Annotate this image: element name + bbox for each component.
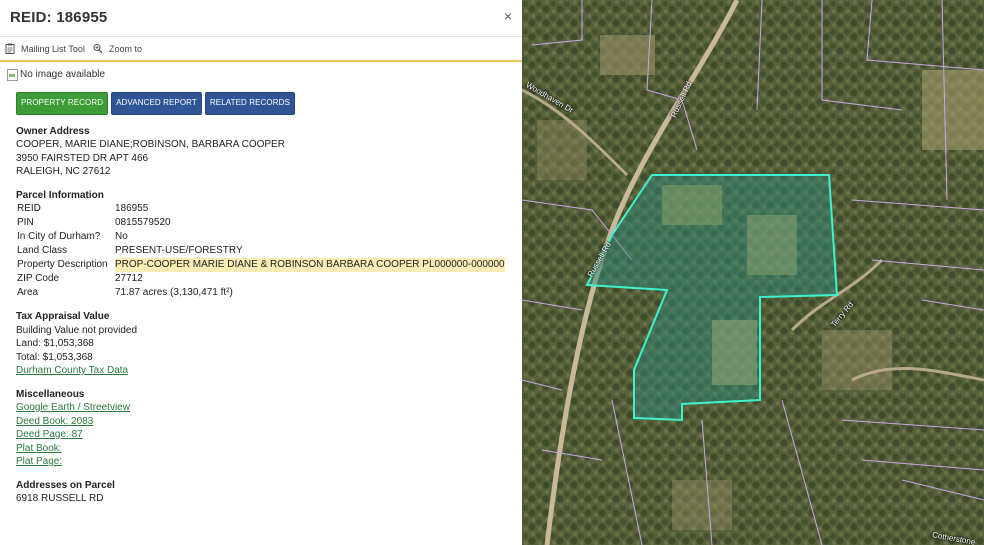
mailing-list-tool-button[interactable]: Mailing List Tool — [5, 43, 85, 54]
row-value: PRESENT-USE/FORESTRY — [115, 245, 243, 257]
table-row: In City of Durham? No — [16, 230, 505, 244]
deed-page-link[interactable]: Deed Page: 87 — [16, 429, 83, 440]
record-buttons: PROPERTY RECORD ADVANCED REPORT RELATED … — [16, 91, 506, 115]
parcel-information-heading: Parcel Information — [16, 189, 104, 201]
row-key: ZIP Code — [17, 273, 60, 285]
owner-address-section: Owner Address COOPER, MARIE DIANE;ROBINS… — [16, 125, 506, 179]
owner-city: RALEIGH, NC 27612 — [16, 166, 111, 177]
deed-book-link[interactable]: Deed Book: 2083 — [16, 416, 93, 427]
broken-image-icon — [7, 68, 18, 81]
parcel-table: REID 186955 PIN 0815579520 In City of Durh… — [16, 202, 505, 300]
land-value: Land: $1,053,368 — [16, 338, 94, 349]
map-view[interactable]: Woodhaven Dr Russell Rd Russell Rd Terry… — [522, 0, 984, 545]
total-value: Total: $1,053,368 — [16, 351, 93, 363]
google-earth-link[interactable]: Google Earth / Streetview — [16, 402, 130, 413]
row-value: 27712 — [115, 273, 143, 285]
tax-appraisal-section: Tax Appraisal Value Building Value not p… — [16, 310, 506, 378]
related-records-button[interactable]: RELATED RECORDS — [204, 91, 295, 115]
row-key: PIN — [17, 217, 34, 229]
table-row: Land Class PRESENT-USE/FORESTRY — [16, 244, 505, 258]
plat-book-link[interactable]: Plat Book: — [16, 443, 62, 454]
parcel-address: 6918 RUSSELL RD — [16, 493, 104, 504]
durham-county-tax-data-link[interactable]: Durham County Tax Data — [16, 365, 128, 376]
row-key: Land Class — [17, 245, 68, 257]
zoom-icon — [93, 44, 103, 54]
property-record-button[interactable]: PROPERTY RECORD — [16, 91, 109, 115]
no-image-text: No image available — [20, 69, 106, 80]
row-key: In City of Durham? — [17, 231, 101, 243]
panel-header: REID: 186955 × — [0, 0, 522, 37]
row-value: 186955 — [115, 203, 149, 215]
close-button[interactable]: × — [504, 8, 512, 24]
table-row: REID 186955 — [16, 202, 505, 216]
zoom-to-button[interactable]: Zoom to — [93, 43, 142, 54]
owner-name: COOPER, MARIE DIANE;ROBINSON, BARBARA CO… — [16, 139, 285, 150]
property-description-value: PROP-COOPER MARIE DIANE & ROBINSON BARBA… — [115, 258, 505, 272]
row-key: REID — [17, 203, 41, 215]
panel-toolbar: Mailing List Tool Zoom to — [0, 37, 522, 62]
tax-appraisal-heading: Tax Appraisal Value — [16, 311, 110, 322]
miscellaneous-heading: Miscellaneous — [16, 388, 85, 400]
table-row: PIN 0815579520 — [16, 216, 505, 230]
plat-page-link[interactable]: Plat Page: — [16, 456, 62, 467]
miscellaneous-section: Miscellaneous Google Earth / Streetview … — [16, 388, 506, 469]
addresses-section: Addresses on Parcel 6918 RUSSELL RD — [16, 479, 506, 506]
clipboard-icon — [5, 43, 15, 54]
row-value: 0815579520 — [115, 217, 171, 229]
table-row: Area 71.87 acres (3,130,471 ft²) — [16, 286, 505, 300]
addresses-heading: Addresses on Parcel — [16, 479, 115, 491]
mailing-list-tool-label: Mailing List Tool — [21, 43, 85, 54]
table-row: Property Description PROP-COOPER MARIE DI… — [16, 258, 505, 272]
table-row: ZIP Code 27712 — [16, 272, 505, 286]
owner-street: 3950 FAIRSTED DR APT 466 — [16, 152, 149, 164]
owner-address-heading: Owner Address — [16, 125, 90, 137]
zoom-to-label: Zoom to — [109, 43, 143, 54]
panel-content: No image available PROPERTY RECORD ADVAN… — [0, 62, 522, 506]
row-value: 71.87 acres (3,130,471 ft²) — [115, 287, 233, 299]
row-key: Property Description — [17, 259, 108, 271]
row-key: Area — [17, 287, 39, 299]
property-image: No image available — [7, 68, 506, 82]
info-panel: REID: 186955 × Mailing List Tool Zoom to — [0, 0, 522, 545]
parcel-information-section: Parcel Information REID 186955 PIN 0815579… — [16, 189, 506, 301]
building-value: Building Value not provided — [16, 324, 138, 336]
row-value: No — [115, 231, 128, 243]
panel-title: REID: 186955 — [10, 9, 108, 26]
advanced-report-button[interactable]: ADVANCED REPORT — [111, 91, 202, 115]
